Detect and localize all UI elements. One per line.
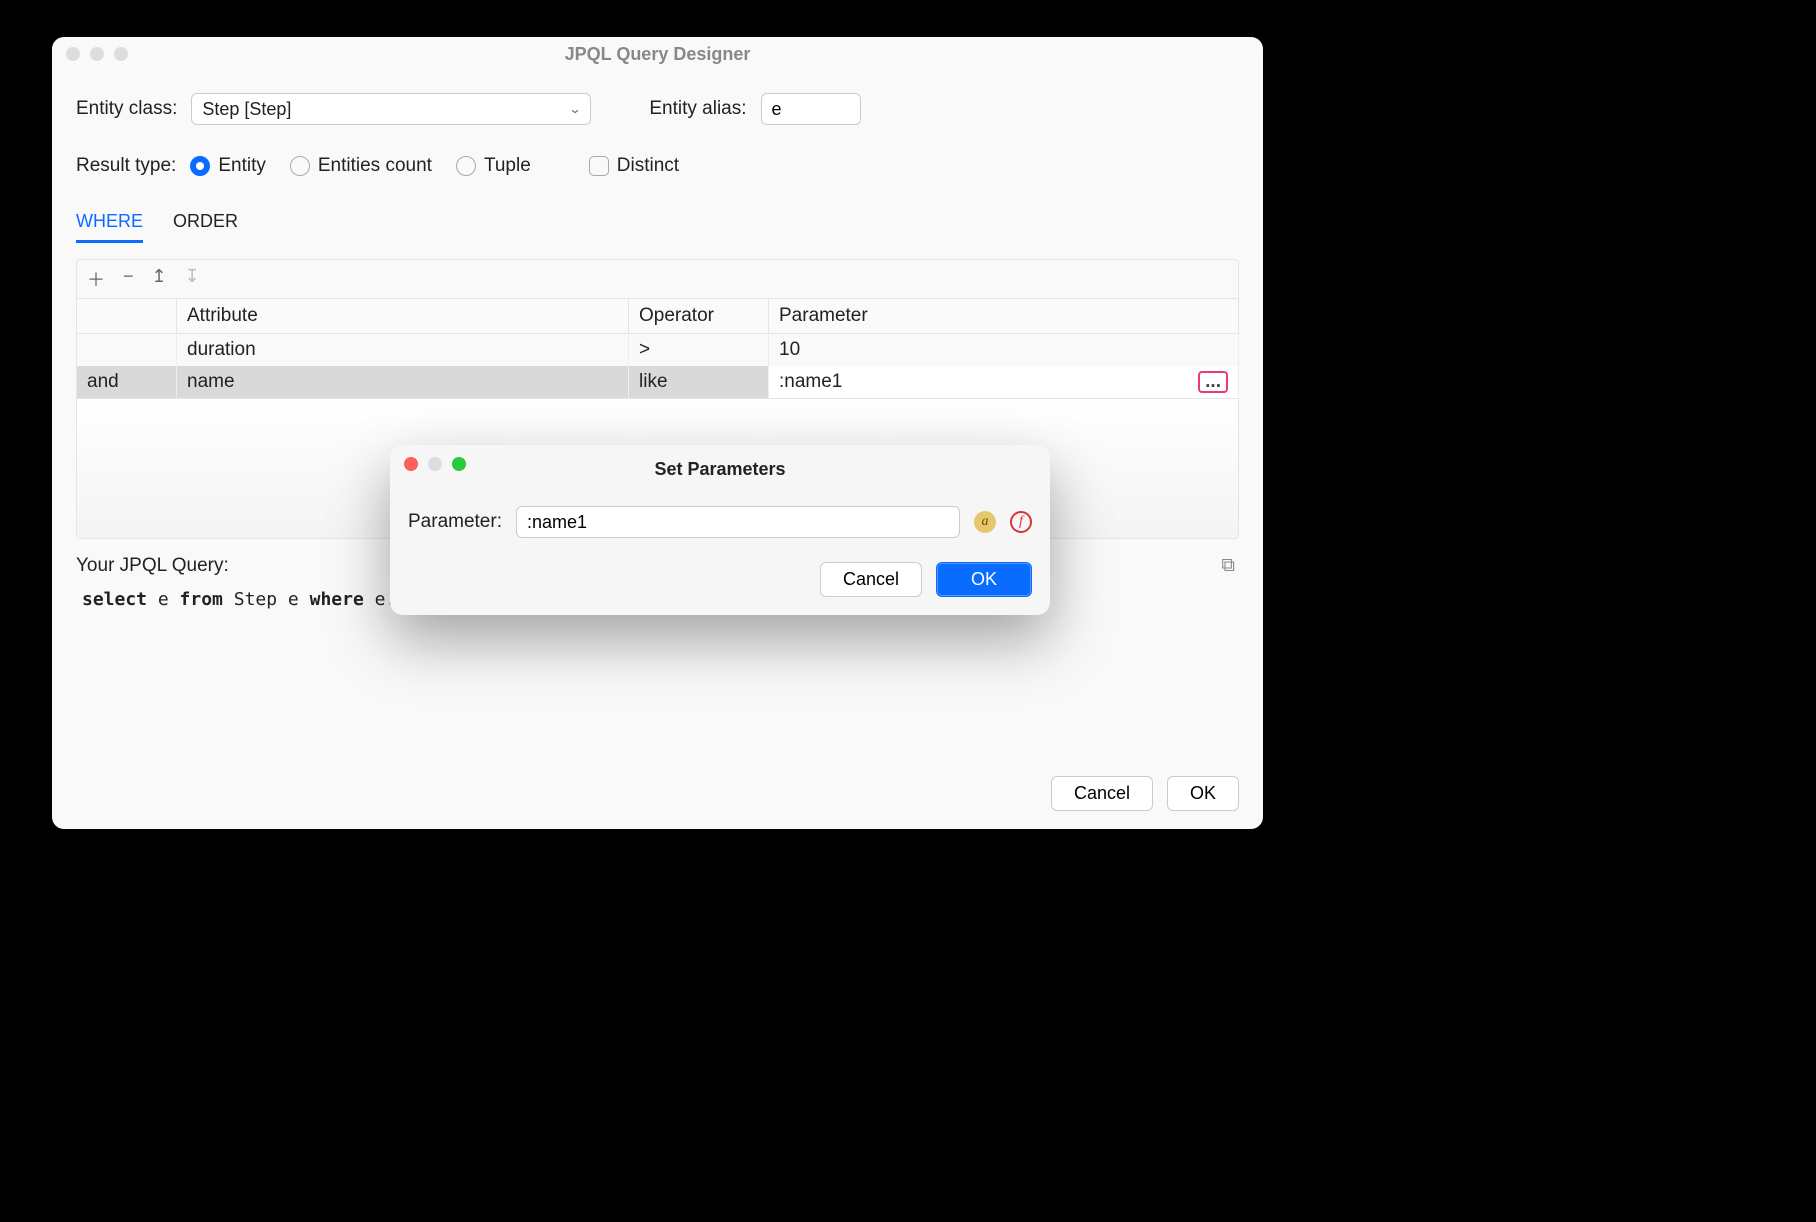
parameter-input[interactable] [516,506,960,538]
where-toolbar: ＋ − ↥ ↧ [76,259,1239,298]
col-operator: Operator [629,299,769,334]
ellipsis-button[interactable]: ... [1198,371,1228,393]
dialog-ok-button[interactable]: OK [936,562,1032,597]
entity-alias-label: Entity alias: [649,98,746,120]
result-type-label: Result type: [76,155,176,177]
radio-icon [190,156,210,176]
remove-icon[interactable]: − [123,266,134,292]
window-title: JPQL Query Designer [565,44,751,64]
add-icon[interactable]: ＋ [87,266,105,292]
conditions-table: Attribute Operator Parameter duration > … [76,298,1239,399]
entity-class-select[interactable]: Step [Step] ⌄ [191,93,591,125]
col-attribute: Attribute [177,299,629,334]
tab-order[interactable]: ORDER [173,211,238,243]
copy-icon[interactable]: ⧉ [1221,555,1235,577]
radio-entities-count[interactable]: Entities count [290,155,432,177]
radio-icon [456,156,476,176]
set-parameters-dialog: Set Parameters Parameter: a f Cancel OK [390,445,1050,615]
entity-alias-input[interactable] [761,93,861,125]
parameter-label: Parameter: [408,511,502,533]
chevron-down-icon: ⌄ [569,102,582,116]
table-row[interactable]: duration > 10 [77,334,1239,367]
move-down-icon[interactable]: ↧ [185,266,200,292]
minimize-icon[interactable] [428,457,442,471]
close-icon[interactable] [66,47,80,61]
move-up-icon[interactable]: ↥ [152,266,167,292]
checkbox-icon [589,156,609,176]
dialog-title: Set Parameters [408,459,1032,480]
radio-tuple[interactable]: Tuple [456,155,531,177]
dialog-cancel-button[interactable]: Cancel [820,562,922,597]
minimize-icon[interactable] [90,47,104,61]
tab-where[interactable]: WHERE [76,211,143,243]
zoom-icon[interactable] [452,457,466,471]
parameter-value: :name1 [779,371,842,393]
attribute-badge-icon[interactable]: a [974,511,996,533]
titlebar: JPQL Query Designer [52,37,1263,71]
radio-entity[interactable]: Entity [190,155,266,177]
window-controls [66,47,128,61]
distinct-checkbox[interactable]: Distinct [589,155,679,177]
entity-class-label: Entity class: [76,98,177,120]
radio-icon [290,156,310,176]
table-row[interactable]: and name like :name1 ... [77,366,1239,399]
entity-class-value: Step [Step] [202,99,291,120]
dialog-window-controls [404,457,466,471]
cancel-button[interactable]: Cancel [1051,776,1153,811]
close-icon[interactable] [404,457,418,471]
ok-button[interactable]: OK [1167,776,1239,811]
col-parameter: Parameter [769,299,1239,334]
function-badge-icon[interactable]: f [1010,511,1032,533]
main-window: JPQL Query Designer Entity class: Step [… [52,37,1263,829]
zoom-icon[interactable] [114,47,128,61]
col-conj [77,299,177,334]
